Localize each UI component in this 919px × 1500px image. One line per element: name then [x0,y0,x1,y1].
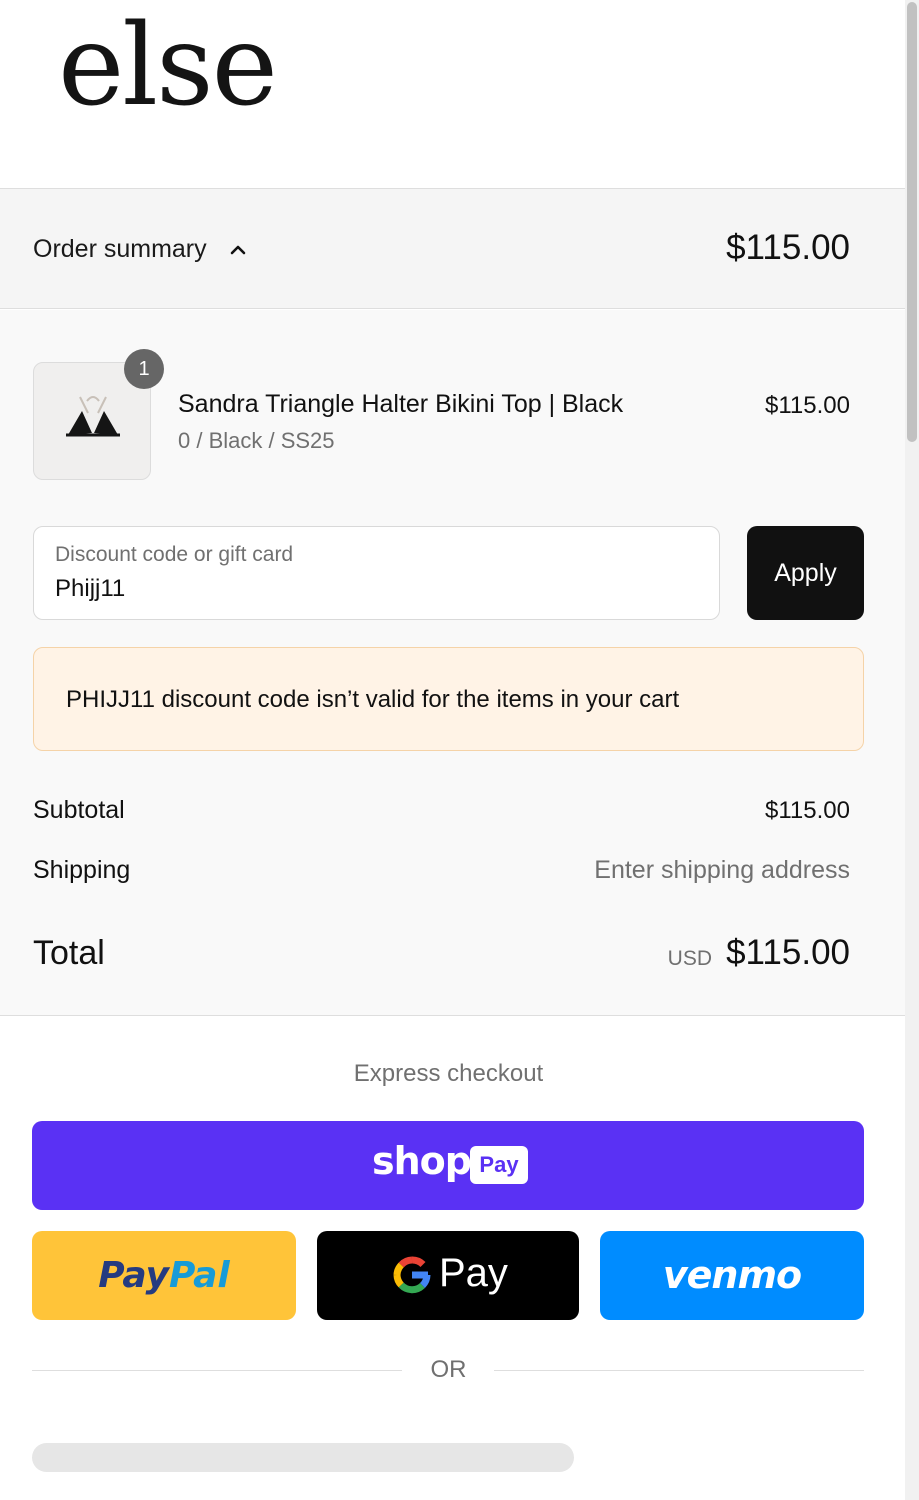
discount-code-field[interactable]: Discount code or gift card Phijj11 [33,526,720,620]
shipping-label: Shipping [33,856,131,884]
shop-pay-logo-word: shop [372,1139,472,1183]
order-summary-total: $115.00 [726,228,850,267]
subtotal-value: $115.00 [765,797,850,824]
discount-error-message: PHIJJ11 discount code isn’t valid for th… [66,686,680,713]
google-pay-label: Pay [439,1251,508,1295]
bikini-top-image [66,396,120,437]
total-label: Total [33,934,105,972]
scrollbar-thumb[interactable] [907,2,917,442]
product-price: $115.00 [765,392,850,419]
header: else [0,0,905,189]
divider-right [494,1370,864,1371]
currency-code: USD [667,947,712,970]
loading-placeholder [32,1443,574,1472]
google-pay-button[interactable]: Pay [317,1231,579,1320]
express-checkout-title: Express checkout [353,1060,544,1087]
discount-code-input[interactable]: Phijj11 [55,575,125,603]
total-value: $115.00 [726,933,850,972]
google-g-icon [393,1256,431,1294]
shipping-value: Enter shipping address [594,856,850,884]
product-name: Sandra Triangle Halter Bikini Top | Blac… [178,390,624,418]
paypal-logo-pal: Pal [169,1255,230,1296]
subtotal-label: Subtotal [33,796,125,824]
checkout-page: else Order summary $115.00 1 Sandra Tria… [0,0,905,1500]
venmo-button[interactable]: venmo [600,1231,864,1320]
product-variant: 0 / Black / SS25 [178,428,335,453]
paypal-logo-pay: Pay [98,1255,169,1296]
discount-code-label: Discount code or gift card [55,543,294,566]
apply-discount-button[interactable]: Apply [747,526,864,620]
page-scrollbar[interactable] [905,0,919,1500]
discount-error-banner: PHIJJ11 discount code isn’t valid for th… [33,647,864,751]
order-summary-label[interactable]: Order summary [33,235,207,264]
brand-logo[interactable]: else [58,10,278,122]
chevron-up-icon[interactable] [228,240,248,260]
quantity-badge: 1 [124,349,164,389]
shop-pay-button[interactable]: shop Pay [32,1121,864,1210]
shop-pay-logo-tag: Pay [470,1146,528,1184]
paypal-button[interactable]: PayPal [32,1231,296,1320]
